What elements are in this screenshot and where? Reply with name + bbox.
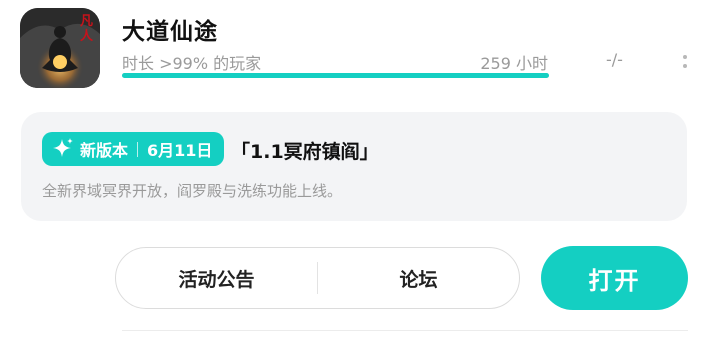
more-options-button[interactable]: [676, 46, 694, 76]
new-version-badge: 新版本 6月11日: [42, 132, 225, 166]
icon-logo-text: 凡人: [80, 14, 94, 44]
bottom-divider: [122, 330, 688, 331]
forum-button[interactable]: 论坛: [318, 265, 519, 292]
badge-label: 新版本: [80, 141, 129, 160]
game-title[interactable]: 大道仙途: [122, 12, 218, 46]
more-dot-icon: [683, 63, 687, 68]
playtime-hours: 259 小时: [480, 54, 548, 73]
score-value: -/-: [606, 50, 623, 69]
playtime-progress-bar: [122, 73, 549, 78]
update-card[interactable]: 新版本 6月11日 「1.1冥府镇阎」 全新界域冥界开放，阎罗殿与洗练功能上线。: [21, 112, 687, 221]
links-group: 活动公告 论坛: [115, 247, 520, 309]
playtime-rank-label: 时长 >99% 的玩家: [122, 54, 262, 73]
playtime-progress-fill: [122, 73, 549, 78]
more-dot-icon: [683, 54, 687, 59]
announcements-button[interactable]: 活动公告: [116, 265, 317, 292]
game-icon[interactable]: 凡人: [20, 8, 100, 88]
game-list-item: 凡人 大道仙途 时长 >99% 的玩家 259 小时 -/- 新版本 6月11日…: [0, 0, 720, 337]
update-title: 「1.1冥府镇阎」: [231, 141, 379, 163]
sparkle-icon: [52, 138, 74, 160]
open-game-button[interactable]: 打开: [541, 246, 688, 310]
update-description: 全新界域冥界开放，阎罗殿与洗练功能上线。: [42, 182, 343, 200]
badge-date: 6月11日: [147, 141, 213, 160]
badge-divider: [137, 141, 139, 157]
